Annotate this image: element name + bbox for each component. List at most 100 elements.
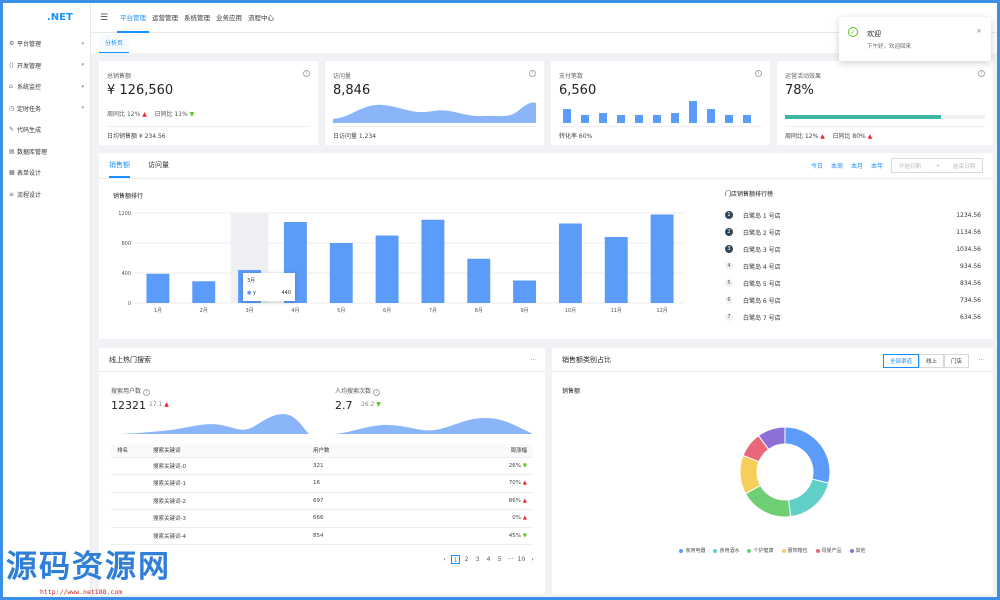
cell-change: 70% ▲ — [457, 474, 533, 493]
area-fill — [111, 414, 309, 434]
date-separator: → — [934, 162, 940, 169]
legend-item[interactable]: 其他 — [849, 547, 866, 554]
bar-6月[interactable] — [375, 235, 399, 304]
cell-rank — [111, 457, 147, 475]
tab-sales[interactable]: 销售额 — [109, 153, 130, 178]
top-nav-item[interactable]: 运营管理 — [149, 3, 181, 33]
cell-keyword[interactable]: 搜索关键词-0 — [147, 457, 307, 475]
cell-keyword[interactable]: 搜索关键词-2 — [147, 492, 307, 510]
date-range-picker[interactable]: 开始日期 → 结束日期 — [891, 158, 983, 173]
page-item[interactable]: 1 — [451, 555, 460, 564]
table-row[interactable]: 搜索关键词-3 666 0% ▲ — [111, 509, 533, 528]
legend-item[interactable]: 个护健康 — [747, 547, 774, 554]
cell-rank — [111, 474, 147, 493]
info-icon[interactable]: i — [372, 389, 380, 396]
info-icon[interactable]: i — [978, 70, 985, 77]
switch-online[interactable]: 线上 — [918, 354, 944, 368]
top-nav-item[interactable]: 流程中心 — [245, 3, 277, 33]
stat-footer: 日均销售额 ¥ 234.56 — [107, 126, 310, 140]
col-users[interactable]: 用户数 — [307, 444, 457, 458]
next-page-icon[interactable]: › — [528, 555, 537, 564]
menu-fold-icon[interactable]: ☰ — [91, 13, 117, 23]
table-row[interactable]: 搜索关键词-1 16 70% ▲ — [111, 474, 533, 493]
col-rank[interactable]: 排名 — [111, 444, 147, 458]
switch-store[interactable]: 门店 — [943, 354, 969, 368]
cell-keyword[interactable]: 搜索关键词-3 — [147, 509, 307, 528]
x-tick-label: 9月 — [520, 308, 528, 314]
change-value: 26% — [508, 462, 522, 469]
welcome-notification: ✓ 欢迎 下午好，欢迎回来 × — [839, 17, 991, 61]
bar-12月[interactable] — [650, 214, 674, 304]
prev-page-icon[interactable]: ‹ — [440, 555, 449, 564]
code-gen-icon: ✎ — [9, 126, 15, 134]
bar-1月[interactable] — [146, 273, 170, 303]
table-row[interactable]: 搜索关键词-0 321 26% ▼ — [111, 457, 533, 475]
page-item[interactable]: 4 — [484, 555, 493, 564]
check-circle-icon: ✓ — [848, 27, 858, 37]
bar-8月[interactable] — [467, 258, 491, 303]
bar-7月[interactable] — [421, 219, 445, 303]
page-item[interactable]: 10 — [517, 555, 526, 564]
cell-keyword[interactable]: 搜索关键词-1 — [147, 474, 307, 493]
legend-item[interactable]: 家用电器 — [679, 547, 705, 554]
tab-visits[interactable]: 访问量 — [148, 153, 169, 178]
sidebar-item-4[interactable]: ✎ 代码生成 — [3, 119, 90, 141]
legend-item[interactable]: 母婴产品 — [815, 547, 842, 554]
page-item[interactable]: 2 — [462, 555, 471, 564]
sidebar-item-3[interactable]: ◷ 定时任务 ▾ — [3, 98, 90, 120]
stat-value: 8,846 — [333, 83, 371, 98]
legend-item[interactable]: 服饰箱包 — [781, 547, 808, 554]
sidebar-item-0[interactable]: ⚙ 平台管理 ▾ — [3, 33, 90, 55]
sidebar-item-7[interactable]: ≡ 流程设计 — [3, 184, 90, 206]
top-nav-item[interactable]: 系统管理 — [181, 3, 213, 33]
donut-slice-1[interactable] — [787, 478, 830, 518]
table-row[interactable]: 搜索关键词-2 697 86% ▲ — [111, 492, 533, 510]
top-nav-item[interactable]: 业务应用 — [213, 3, 245, 33]
bar-10月[interactable] — [558, 223, 582, 304]
page-item[interactable]: 3 — [473, 555, 482, 564]
form-icon: ▦ — [9, 169, 15, 177]
x-tick-label: 3月 — [245, 308, 253, 314]
range-today[interactable]: 今日 — [811, 161, 823, 170]
sidebar-item-2[interactable]: ⌂ 系统监控 ▾ — [3, 76, 90, 98]
close-icon[interactable]: × — [976, 27, 982, 35]
page-item[interactable]: ··· — [506, 555, 515, 564]
bar-9月[interactable] — [513, 280, 537, 304]
cell-keyword[interactable]: 搜索关键词-4 — [147, 527, 307, 545]
page-item[interactable]: 5 — [495, 555, 504, 564]
bar-5月[interactable] — [329, 243, 353, 303]
col-keyword[interactable]: 搜索关键词 — [147, 444, 307, 458]
x-tick-label: 1月 — [154, 308, 162, 314]
stat-value: 78% — [785, 83, 814, 98]
legend-item[interactable]: 食用酒水 — [713, 547, 739, 554]
more-icon[interactable]: ··· — [978, 348, 985, 372]
info-icon[interactable]: i — [142, 389, 150, 396]
category-subtitle: 销售额 — [562, 388, 581, 395]
sidebar-item-6[interactable]: ▦ 表单设计 — [3, 162, 90, 184]
donut-slice-0[interactable] — [784, 426, 830, 484]
tab-analysis[interactable]: 分析页 — [99, 35, 130, 53]
top-nav-item[interactable]: 平台管理 — [117, 3, 149, 33]
range-week[interactable]: 本周 — [831, 161, 843, 170]
info-icon[interactable]: i — [755, 70, 762, 77]
table-row[interactable]: 搜索关键词-4 854 45% ▼ — [111, 527, 533, 545]
info-icon[interactable]: i — [303, 70, 310, 77]
x-tick-label: 6月 — [383, 308, 391, 314]
bar-11月[interactable] — [604, 237, 628, 303]
bar-2月[interactable] — [192, 281, 216, 303]
sidebar-item-1[interactable]: ⟨⟩ 开发管理 ▾ — [3, 55, 90, 77]
sidebar-item-5[interactable]: ▤ 数据库管理 — [3, 141, 90, 163]
watermark-text: 源码资源网 — [6, 549, 171, 585]
legend-label: 个护健康 — [753, 548, 774, 554]
range-month[interactable]: 本月 — [851, 161, 863, 170]
mini-bar — [671, 113, 679, 123]
col-change[interactable]: 周涨幅 — [457, 444, 533, 458]
rank-number: 1 — [725, 211, 733, 219]
more-icon[interactable]: ··· — [530, 348, 537, 372]
info-icon[interactable]: i — [529, 70, 536, 77]
switch-all[interactable]: 全部渠道 — [882, 354, 919, 368]
trend-value: 12% — [126, 111, 141, 118]
mini-bar — [725, 115, 733, 123]
legend-marker — [849, 548, 854, 553]
range-year[interactable]: 本年 — [871, 161, 883, 170]
